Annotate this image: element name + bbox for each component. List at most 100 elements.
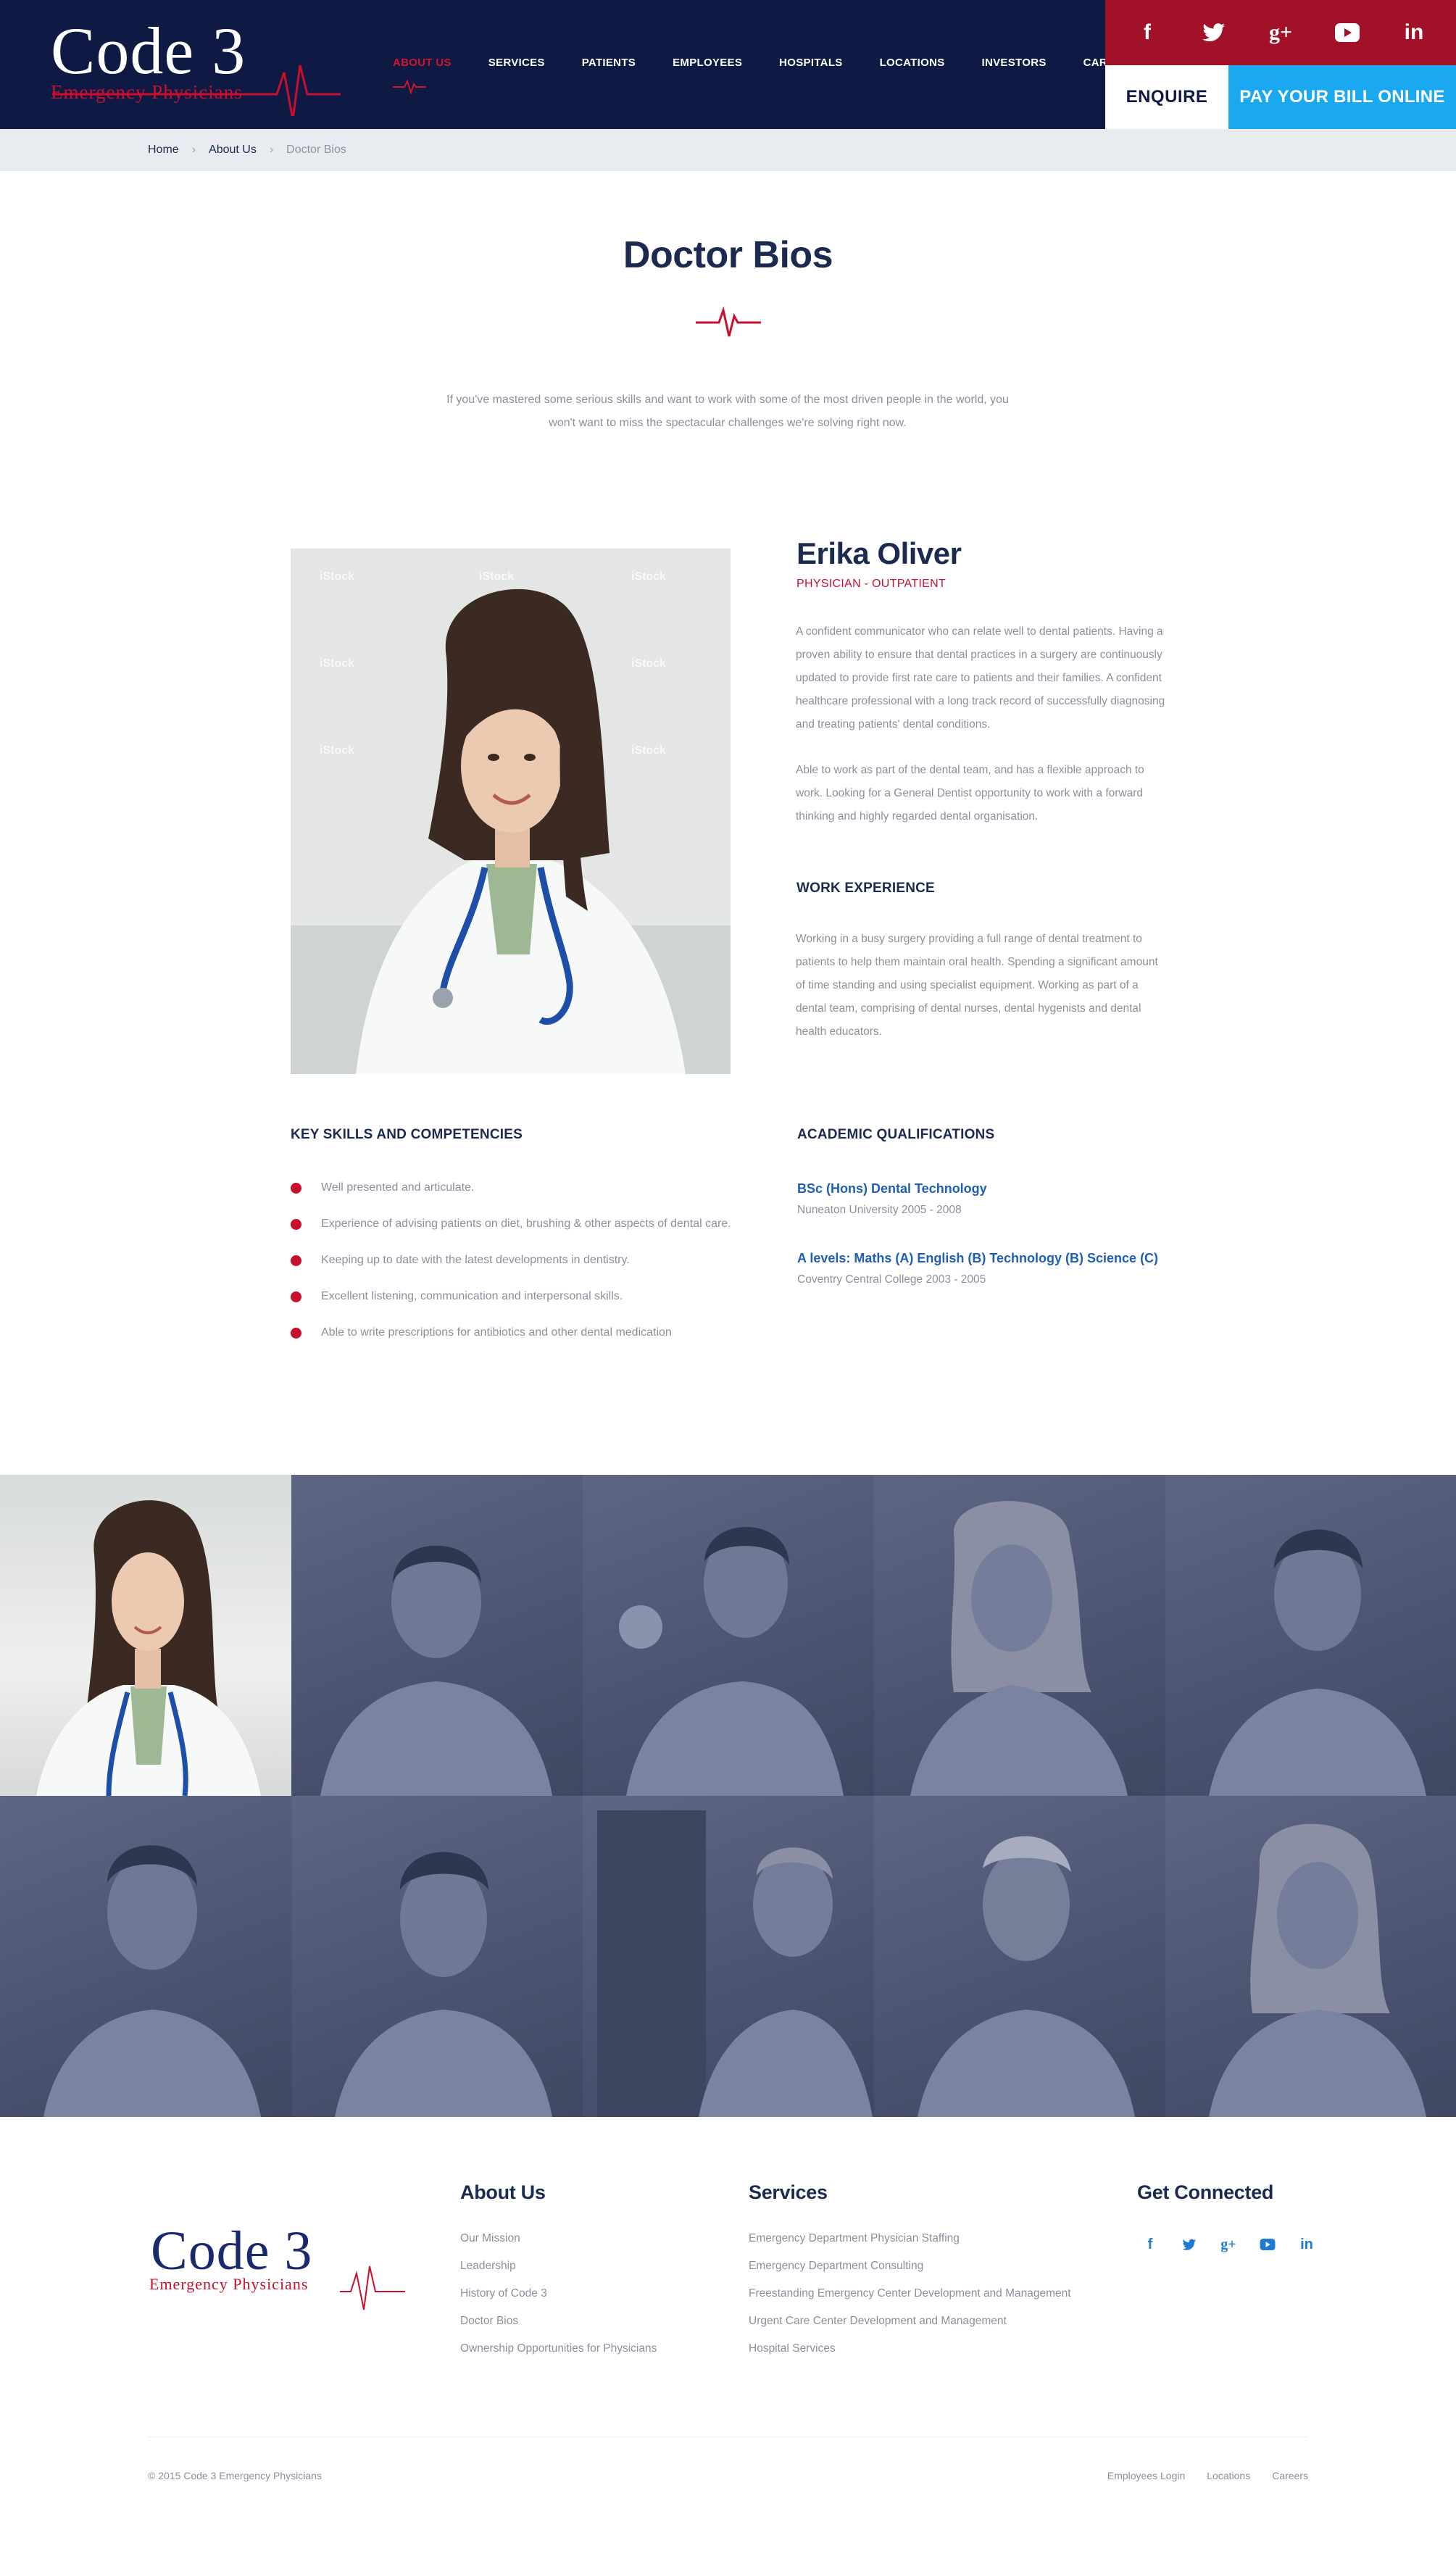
footer-logo[interactable]: Code 3 Emergency Physicians: [148, 2221, 409, 2310]
copyright-text: © 2015 Code 3 Emergency Physicians: [148, 2470, 322, 2481]
doctor-thumbnail[interactable]: [1165, 1475, 1456, 1796]
page-intro: If you've mastered some serious skills a…: [446, 394, 1009, 429]
photo-watermark: iStock: [320, 570, 355, 583]
list-item: Keeping up to date with the latest devel…: [291, 1249, 731, 1286]
breadcrumb-bar: Home › About Us › Doctor Bios: [0, 129, 1456, 171]
list-item: Able to write prescriptions for antibiot…: [291, 1322, 731, 1358]
skill-text: Well presented and articulate.: [321, 1181, 475, 1194]
footer-link[interactable]: Freestanding Emergency Center Developmen…: [749, 2287, 1071, 2314]
facebook-icon[interactable]: f: [1126, 11, 1169, 54]
footer-link[interactable]: Ownership Opportunities for Physicians: [460, 2342, 657, 2369]
main-nav: ABOUT US SERVICES PATIENTS EMPLOYEES HOS…: [393, 57, 1175, 69]
heartbeat-divider-icon: [696, 306, 761, 337]
footer-about-heading: About Us: [460, 2181, 546, 2203]
photo-watermark: iStock: [631, 657, 667, 670]
doctor-thumbnail[interactable]: [1165, 1796, 1456, 2117]
logo-subtitle: Emergency Physicians: [51, 81, 243, 103]
skill-text: Keeping up to date with the latest devel…: [321, 1254, 630, 1266]
skill-text: Able to write prescriptions for antibiot…: [321, 1326, 672, 1339]
enquire-button[interactable]: ENQUIRE: [1105, 65, 1228, 129]
doctor-thumbnail[interactable]: [583, 1475, 874, 1796]
qualification-title: BSc (Hons) Dental Technology: [797, 1181, 987, 1196]
doctor-thumbnail-image: [320, 1545, 552, 1796]
skill-text: Experience of advising patients on diet,…: [321, 1218, 731, 1230]
employees-login-link[interactable]: Employees Login: [1107, 2470, 1185, 2481]
skill-text: Excellent listening, communication and i…: [321, 1290, 623, 1302]
google-plus-icon[interactable]: g+: [1209, 2232, 1248, 2257]
photo-watermark: iStock: [479, 570, 515, 583]
doctor-gallery: [0, 1475, 1456, 2117]
breadcrumb-separator-icon: ›: [269, 143, 274, 156]
doctor-thumbnail[interactable]: [291, 1796, 583, 2117]
bullet-dot-icon: [291, 1183, 301, 1194]
twitter-icon[interactable]: [1170, 2232, 1209, 2257]
footer-link[interactable]: Emergency Department Physician Staffing: [749, 2231, 1071, 2259]
footer-link[interactable]: Emergency Department Consulting: [749, 2259, 1071, 2287]
doctor-name: Erika Oliver: [796, 536, 962, 570]
logo-subtitle: Emergency Physicians: [149, 2275, 309, 2293]
site-logo[interactable]: Code 3 Emergency Physicians: [45, 14, 349, 116]
doctor-thumbnail-image: [43, 1845, 261, 2117]
facebook-icon[interactable]: f: [1131, 2232, 1170, 2257]
doctor-thumbnail[interactable]: [291, 1475, 583, 1796]
breadcrumb-separator-icon: ›: [191, 143, 196, 156]
nav-about-us[interactable]: ABOUT US: [393, 57, 452, 69]
breadcrumb: Home › About Us › Doctor Bios: [148, 143, 346, 157]
nav-patients[interactable]: PATIENTS: [582, 57, 636, 69]
nav-investors[interactable]: INVESTORS: [982, 57, 1047, 69]
nav-services[interactable]: SERVICES: [488, 57, 545, 69]
footer-link[interactable]: Leadership: [460, 2259, 657, 2287]
footer-about-links: Our Mission Leadership History of Code 3…: [460, 2231, 657, 2369]
youtube-icon[interactable]: [1248, 2232, 1287, 2257]
bullet-dot-icon: [291, 1255, 301, 1266]
linkedin-icon[interactable]: in: [1287, 2232, 1326, 2257]
footer-link[interactable]: Doctor Bios: [460, 2314, 657, 2342]
breadcrumb-current: Doctor Bios: [286, 143, 346, 156]
academic-heading: ACADEMIC QUALIFICATIONS: [797, 1127, 995, 1142]
bullet-dot-icon: [291, 1328, 301, 1339]
footer-link[interactable]: Hospital Services: [749, 2342, 1071, 2369]
doctor-thumbnail[interactable]: [583, 1796, 874, 2117]
nav-employees[interactable]: EMPLOYEES: [673, 57, 742, 69]
doctor-thumbnail-image: [619, 1526, 844, 1796]
doctor-thumbnail-image: [335, 1852, 552, 2117]
doctor-thumbnail[interactable]: [874, 1475, 1165, 1796]
google-plus-icon[interactable]: g+: [1259, 11, 1302, 54]
doctor-thumbnail-image: [597, 1810, 873, 2117]
doctor-thumbnail-active[interactable]: [0, 1475, 291, 1796]
youtube-icon[interactable]: [1326, 11, 1369, 54]
site-header: Code 3 Emergency Physicians ABOUT US SER…: [0, 0, 1456, 129]
twitter-icon[interactable]: [1192, 11, 1236, 54]
skills-list: Well presented and articulate. Experienc…: [291, 1177, 731, 1358]
pay-bill-button[interactable]: PAY YOUR BILL ONLINE: [1228, 65, 1456, 129]
doctor-thumbnail-image: [1209, 1823, 1426, 2117]
footer-link[interactable]: Our Mission: [460, 2231, 657, 2259]
work-experience-heading: WORK EXPERIENCE: [796, 881, 935, 896]
bullet-dot-icon: [291, 1219, 301, 1230]
qualification-title: A levels: Maths (A) English (B) Technolo…: [797, 1251, 1159, 1265]
nav-locations[interactable]: LOCATIONS: [880, 57, 945, 69]
linkedin-icon[interactable]: in: [1392, 11, 1436, 54]
breadcrumb-about[interactable]: About Us: [209, 143, 257, 157]
doctor-thumbnail-image: [910, 1501, 1128, 1796]
nav-hospitals[interactable]: HOSPITALS: [779, 57, 842, 69]
skills-heading: KEY SKILLS AND COMPETENCIES: [291, 1127, 523, 1142]
breadcrumb-home[interactable]: Home: [148, 143, 179, 157]
locations-link[interactable]: Locations: [1207, 2470, 1250, 2481]
photo-watermark: iStock: [320, 657, 355, 670]
nav-active-pulse-icon: [393, 79, 426, 94]
work-experience-text: Working in a busy surgery providing a fu…: [796, 933, 1158, 1038]
doctor-thumbnail[interactable]: [874, 1796, 1165, 2117]
list-item: Excellent listening, communication and i…: [291, 1286, 731, 1322]
qualification-institution: Coventry Central College 2003 - 2005: [797, 1273, 986, 1286]
footer-services-heading: Services: [749, 2181, 828, 2203]
photo-watermark: iStock: [631, 744, 667, 757]
qualification-institution: Nuneaton University 2005 - 2008: [797, 1204, 962, 1216]
doctor-role: PHYSICIAN - OUTPATIENT: [796, 578, 947, 590]
careers-link[interactable]: Careers: [1272, 2470, 1308, 2481]
footer-link[interactable]: Urgent Care Center Development and Manag…: [749, 2314, 1071, 2342]
list-item: Experience of advising patients on diet,…: [291, 1213, 731, 1249]
doctor-thumbnail[interactable]: [0, 1796, 291, 2117]
doctor-thumbnail-image: [1209, 1529, 1426, 1796]
footer-link[interactable]: History of Code 3: [460, 2287, 657, 2314]
